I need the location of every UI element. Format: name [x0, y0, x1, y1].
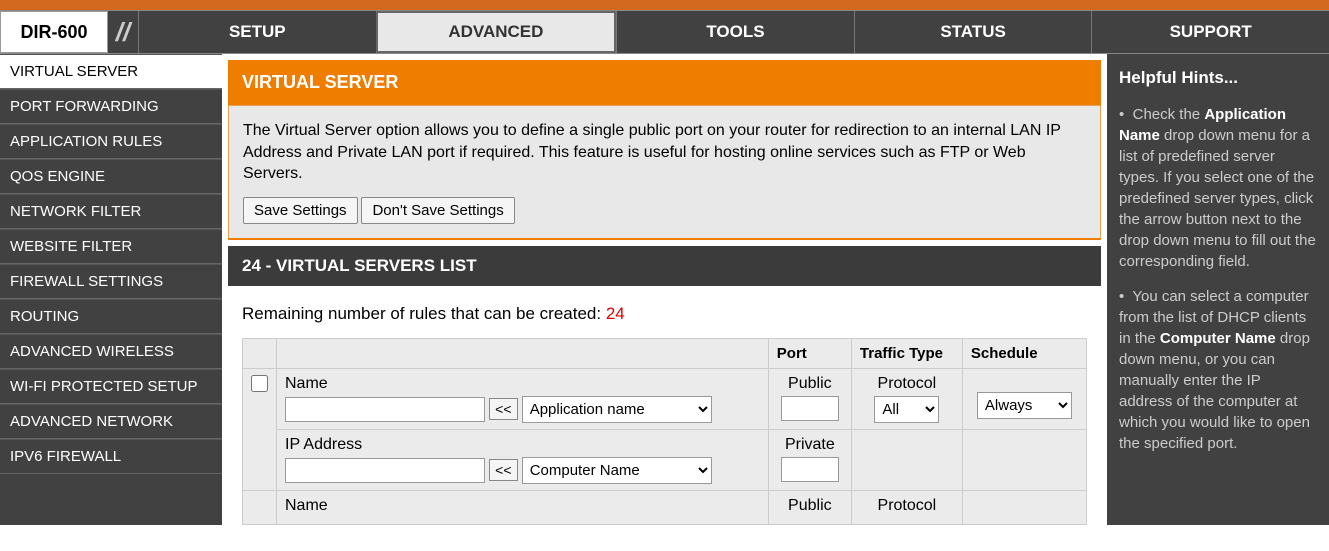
sidebar-item-application-rules[interactable]: APPLICATION RULES: [0, 124, 222, 159]
arrow-button-ip[interactable]: <<: [489, 459, 517, 481]
sidebar-item-port-forwarding[interactable]: PORT FORWARDING: [0, 89, 222, 124]
application-name-select[interactable]: Application name: [522, 396, 712, 423]
top-nav: DIR-600 // SETUP ADVANCED TOOLS STATUS S…: [0, 10, 1329, 54]
table-row: Name << Application name Public Protocol: [243, 368, 1087, 429]
sidebar-item-advanced-network[interactable]: ADVANCED NETWORK: [0, 404, 222, 439]
sidebar-item-routing[interactable]: ROUTING: [0, 299, 222, 334]
table-row: IP Address << Computer Name Private: [243, 429, 1087, 490]
protocol-select[interactable]: All: [874, 396, 939, 423]
content-area: VIRTUAL SERVER The Virtual Server option…: [222, 54, 1107, 525]
intro-box: The Virtual Server option allows you to …: [228, 105, 1101, 240]
sidebar-item-wifi-protected-setup[interactable]: WI-FI PROTECTED SETUP: [0, 369, 222, 404]
helpful-hints-panel: Helpful Hints... • Check the Application…: [1107, 54, 1329, 525]
intro-text: The Virtual Server option allows you to …: [243, 120, 1086, 185]
computer-name-select[interactable]: Computer Name: [522, 457, 712, 484]
header-schedule-col: Schedule: [962, 338, 1086, 368]
nav-tab-advanced[interactable]: ADVANCED: [376, 11, 617, 53]
sidebar-item-firewall-settings[interactable]: FIREWALL SETTINGS: [0, 264, 222, 299]
main-layout: VIRTUAL SERVER PORT FORWARDING APPLICATI…: [0, 54, 1329, 525]
header-traffic-col: Traffic Type: [851, 338, 962, 368]
model-label: DIR-600: [0, 11, 108, 53]
table-header-row: Port Traffic Type Schedule: [243, 338, 1087, 368]
nav-tab-support[interactable]: SUPPORT: [1091, 11, 1329, 53]
sidebar-item-website-filter[interactable]: WEBSITE FILTER: [0, 229, 222, 264]
content-body: Remaining number of rules that can be cr…: [228, 286, 1101, 525]
name-label: Name: [285, 497, 760, 515]
header-checkbox-col: [243, 338, 277, 368]
remaining-count: 24: [606, 304, 625, 323]
hint-paragraph-2: • You can select a computer from the lis…: [1119, 286, 1317, 454]
header-name-col: [277, 338, 769, 368]
sidebar-item-virtual-server[interactable]: VIRTUAL SERVER: [0, 54, 222, 89]
table-row: Name Public Protocol: [243, 490, 1087, 524]
remaining-rules: Remaining number of rules that can be cr…: [242, 304, 1087, 324]
top-orange-bar: [0, 0, 1329, 10]
nav-tab-setup[interactable]: SETUP: [138, 11, 376, 53]
private-port-input[interactable]: [781, 457, 839, 482]
private-label: Private: [777, 436, 843, 454]
nav-tab-tools[interactable]: TOOLS: [616, 11, 854, 53]
page-title: VIRTUAL SERVER: [228, 60, 1101, 105]
hint-paragraph-1: • Check the Application Name drop down m…: [1119, 104, 1317, 272]
sidebar-item-advanced-wireless[interactable]: ADVANCED WIRELESS: [0, 334, 222, 369]
virtual-servers-table: Port Traffic Type Schedule Name << Appli…: [242, 338, 1087, 525]
public-label: Public: [777, 497, 843, 515]
ip-address-input[interactable]: [285, 458, 485, 483]
remaining-text: Remaining number of rules that can be cr…: [242, 304, 606, 323]
nav-tab-status[interactable]: STATUS: [854, 11, 1092, 53]
sidebar: VIRTUAL SERVER PORT FORWARDING APPLICATI…: [0, 54, 222, 525]
protocol-label: Protocol: [860, 497, 954, 515]
arrow-button-name[interactable]: <<: [489, 398, 517, 420]
save-settings-button[interactable]: Save Settings: [243, 197, 358, 224]
public-port-input[interactable]: [781, 396, 839, 421]
slash-decoration: //: [108, 11, 138, 53]
schedule-select[interactable]: Always: [977, 392, 1072, 419]
protocol-label: Protocol: [860, 375, 954, 393]
ip-address-label: IP Address: [285, 436, 760, 454]
sidebar-item-ipv6-firewall[interactable]: IPV6 FIREWALL: [0, 439, 222, 474]
name-label: Name: [285, 375, 760, 393]
rule-enable-checkbox[interactable]: [251, 375, 268, 392]
sidebar-item-qos-engine[interactable]: QOS ENGINE: [0, 159, 222, 194]
dont-save-settings-button[interactable]: Don't Save Settings: [361, 197, 514, 224]
sidebar-item-network-filter[interactable]: NETWORK FILTER: [0, 194, 222, 229]
section-header: 24 - VIRTUAL SERVERS LIST: [228, 246, 1101, 286]
header-port-col: Port: [768, 338, 851, 368]
public-label: Public: [777, 375, 843, 393]
name-input[interactable]: [285, 397, 485, 422]
hints-title: Helpful Hints...: [1119, 66, 1317, 90]
